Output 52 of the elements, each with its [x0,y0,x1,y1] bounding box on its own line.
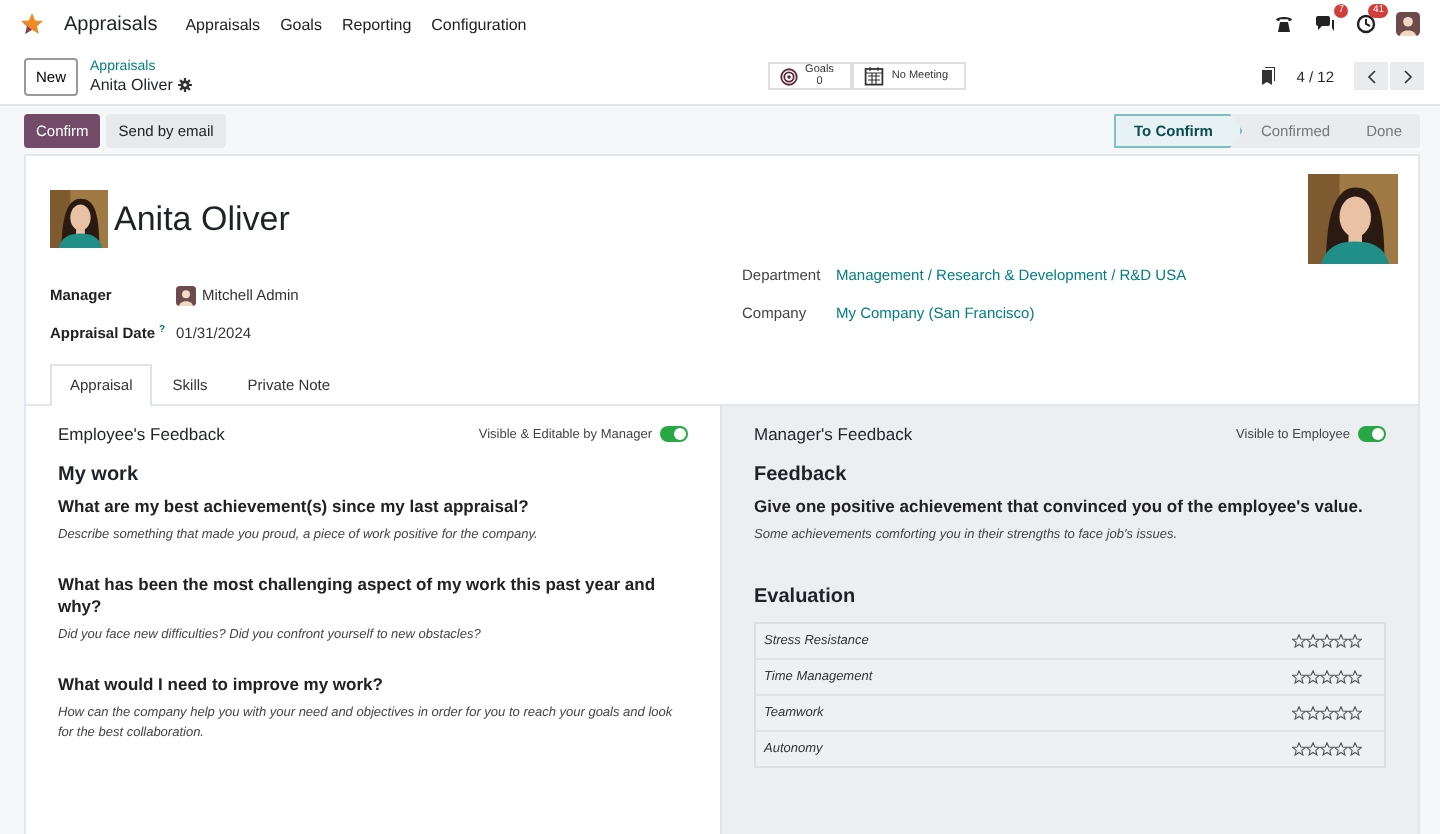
star-icon[interactable] [1334,670,1348,684]
star-icon[interactable] [1334,634,1348,648]
user-avatar-icon[interactable] [1396,12,1420,36]
documents-icon[interactable] [1260,66,1277,86]
section-title: Manager's Feedback [754,424,913,444]
star-icon[interactable] [1320,634,1334,648]
record-title: Anita Oliver [90,75,173,93]
menu-item[interactable]: Reporting [341,15,412,33]
star-icon[interactable] [1306,670,1320,684]
chevron-icon [1401,67,1413,85]
target-icon [779,67,798,85]
settings-icon[interactable] [178,77,193,91]
menu-item[interactable]: Appraisals [185,15,261,33]
star-icon[interactable] [1320,742,1334,756]
chat-icon[interactable] [1314,14,1336,34]
toggle-switch[interactable] [1358,426,1386,442]
star-icon[interactable] [1292,742,1306,756]
star-icon[interactable] [1348,670,1362,684]
menu-item[interactable]: Goals [280,15,322,33]
star-icon[interactable] [1306,634,1320,648]
section-heading: Feedback [754,464,849,486]
chevron-icon [1365,67,1377,85]
star-icon[interactable] [1348,742,1362,756]
star-icon[interactable] [1348,634,1362,648]
star-icon[interactable] [1320,670,1334,684]
star-icon[interactable] [1306,706,1320,720]
star-icon[interactable] [1334,742,1348,756]
section-title: Employee's Feedback [58,424,225,444]
star-icon[interactable] [1334,706,1348,720]
app-name[interactable]: Appraisals [64,13,158,35]
toggle-switch[interactable] [660,426,688,442]
star-icon[interactable] [1292,706,1306,720]
next-button[interactable] [1390,62,1424,90]
employee-name: Anita Oliver [114,199,290,239]
clock-icon[interactable] [1356,14,1376,34]
phone-icon[interactable] [1274,14,1294,34]
star-icon[interactable] [1292,634,1306,648]
section-heading: Evaluation [754,586,858,608]
star-icon[interactable] [1320,706,1334,720]
previous-button[interactable] [1354,62,1388,90]
question: Give one positive achievement that convinced you of the employee's value. [754,496,1365,518]
section-heading: My work [58,464,141,486]
calendar-icon [863,66,884,86]
user-avatar-icon[interactable] [176,285,196,305]
star-icon[interactable] [1306,742,1320,756]
question: What would I need to improve my work? [58,674,385,696]
star-icon[interactable] [1292,670,1306,684]
star-icon[interactable] [1348,706,1362,720]
menu-item[interactable]: Configuration [431,15,527,33]
question: What has been the most challenging aspect of my work this past year and why? [58,574,658,618]
app-logo-icon[interactable] [20,12,44,36]
question: What are my best achievement(s) since my last appraisal? [58,496,531,518]
